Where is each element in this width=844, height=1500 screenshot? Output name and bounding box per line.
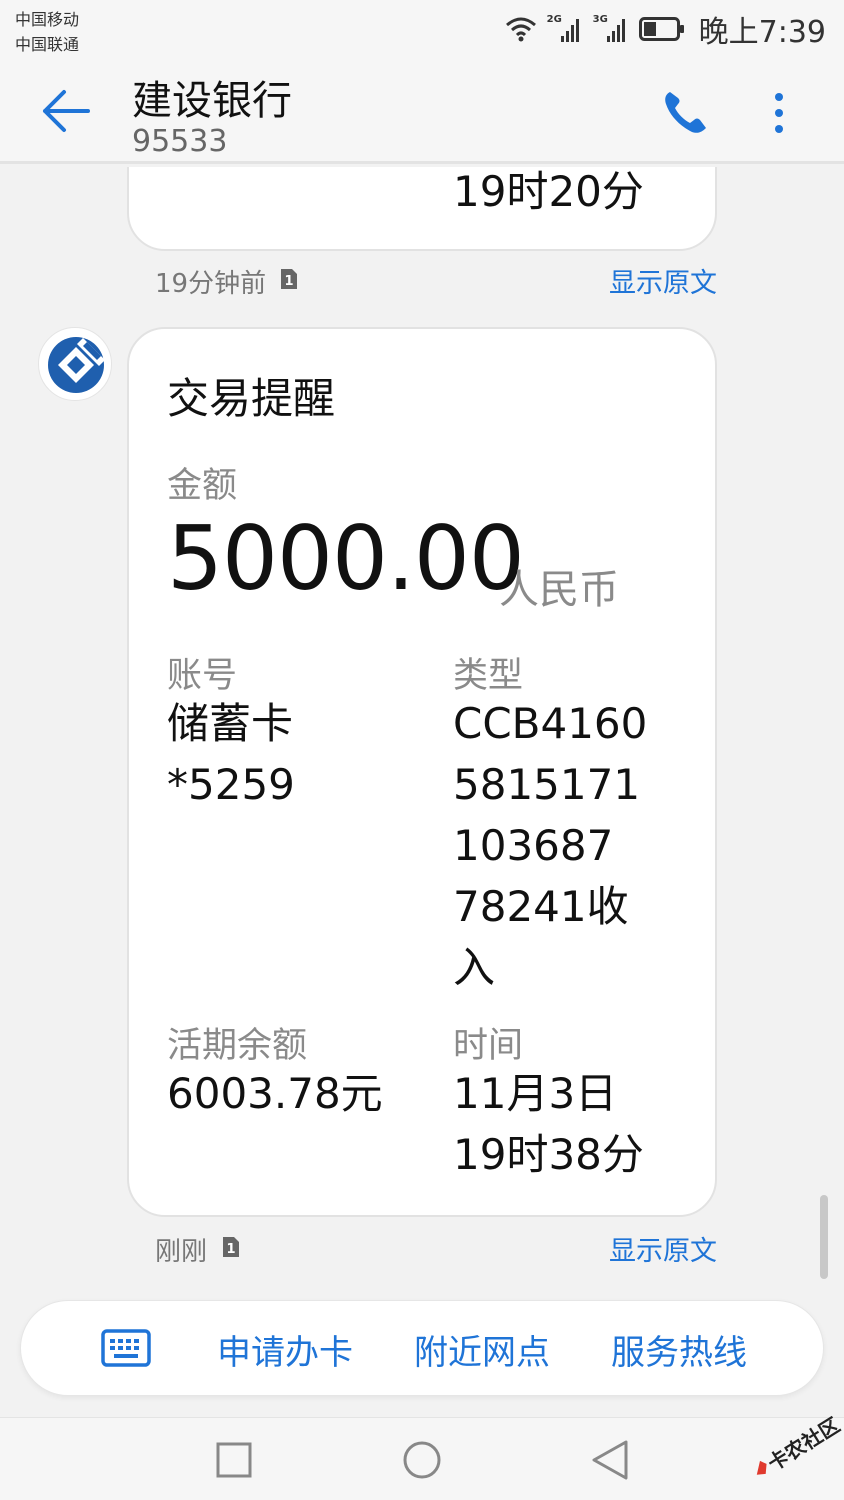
carrier-2: 中国联通	[15, 35, 80, 54]
phone-icon[interactable]	[660, 88, 710, 138]
status-icons: 2G 3G 晚上7:39	[505, 10, 826, 50]
ccb-logo-icon	[48, 337, 105, 393]
menu-nearby-branch[interactable]: 附近网点	[414, 1325, 550, 1374]
home-icon[interactable]	[402, 1440, 442, 1480]
balance-label: 活期余额	[167, 1026, 308, 1066]
wifi-icon	[505, 17, 536, 42]
contact-name: 建设银行	[132, 78, 292, 124]
contact-number: 95533	[132, 124, 228, 159]
type-value: CCB4160 5815171 103687 78241收 入	[453, 693, 647, 998]
type-line: 78241收	[453, 882, 629, 931]
avatar[interactable]	[38, 327, 112, 401]
account-line: *5259	[167, 760, 295, 809]
menu-apply-card[interactable]: 申请办卡	[217, 1325, 353, 1374]
sim-number: 1	[226, 1242, 235, 1257]
type-label: 类型	[453, 656, 524, 696]
time-line: 11月3日	[453, 1069, 618, 1118]
signal-1: 2G	[547, 14, 583, 44]
message-bubble-transaction[interactable]: 交易提醒 金额 5000.00 人民币 账号 储蓄卡 *5259 类型 CCB4…	[127, 327, 717, 1217]
account-line: 储蓄卡	[167, 699, 294, 748]
back-arrow-icon[interactable]	[40, 88, 92, 134]
show-original-link[interactable]: 显示原文	[609, 1229, 717, 1268]
watermark-text: 卡农社区	[763, 1413, 842, 1476]
quick-menu-bar: 申请办卡 附近网点 服务热线	[20, 1300, 824, 1396]
signal-2: 3G	[593, 14, 629, 44]
message-time: 19分钟前	[155, 269, 267, 299]
time-line: 19时38分	[453, 1130, 644, 1179]
message-meta-transaction: 刚刚 1 显示原文	[155, 1227, 717, 1267]
time-label: 时间	[453, 1026, 524, 1066]
message-time: 刚刚	[155, 1237, 208, 1267]
message-list[interactable]: 19时20分 19分钟前 1 显示原文 交易提醒 金额 5000.00 人民币 …	[0, 167, 844, 1417]
sim-number: 1	[284, 274, 293, 289]
recents-icon[interactable]	[216, 1442, 252, 1478]
previous-message-tail: 19时20分	[453, 167, 644, 216]
type-line: 5815171	[453, 760, 641, 809]
amount-label: 金额	[167, 466, 238, 506]
account-value: 储蓄卡 *5259	[167, 693, 295, 815]
sim-1-icon: 1	[281, 269, 297, 289]
type-line: CCB4160	[453, 699, 648, 748]
keyboard-icon[interactable]	[101, 1329, 151, 1369]
time-value: 11月3日 19时38分	[453, 1063, 644, 1185]
account-label: 账号	[167, 656, 238, 696]
show-original-link[interactable]: 显示原文	[609, 261, 717, 300]
scrollbar-thumb[interactable]	[820, 1195, 828, 1279]
sim-1-icon: 1	[223, 1237, 239, 1257]
type-line: 入	[453, 943, 496, 992]
currency-label: 人民币	[499, 567, 619, 613]
menu-service-hotline[interactable]: 服务热线	[611, 1325, 747, 1374]
watermark-logo: 卡农社区	[756, 1413, 842, 1476]
conversation-header: 建设银行 95533	[0, 58, 844, 164]
battery-icon	[638, 17, 684, 41]
balance-value: 6003.78元	[167, 1069, 383, 1118]
amount-value: 5000.00	[167, 507, 525, 610]
system-nav-bar	[0, 1417, 844, 1500]
message-meta-previous: 19分钟前 1 显示原文	[155, 259, 717, 299]
card-title: 交易提醒	[167, 374, 336, 423]
signal-bars-icon	[606, 19, 625, 42]
more-vertical-icon[interactable]	[764, 88, 794, 138]
signal-bars-icon	[560, 19, 579, 42]
message-bubble-previous[interactable]: 19时20分	[127, 167, 717, 251]
nav-back-icon[interactable]	[590, 1438, 630, 1482]
clock: 晚上7:39	[698, 15, 826, 50]
type-line: 103687	[453, 821, 614, 870]
status-bar: 中国移动 中国联通 2G 3G 晚上7:39	[0, 0, 844, 58]
carrier-1: 中国移动	[15, 10, 80, 29]
